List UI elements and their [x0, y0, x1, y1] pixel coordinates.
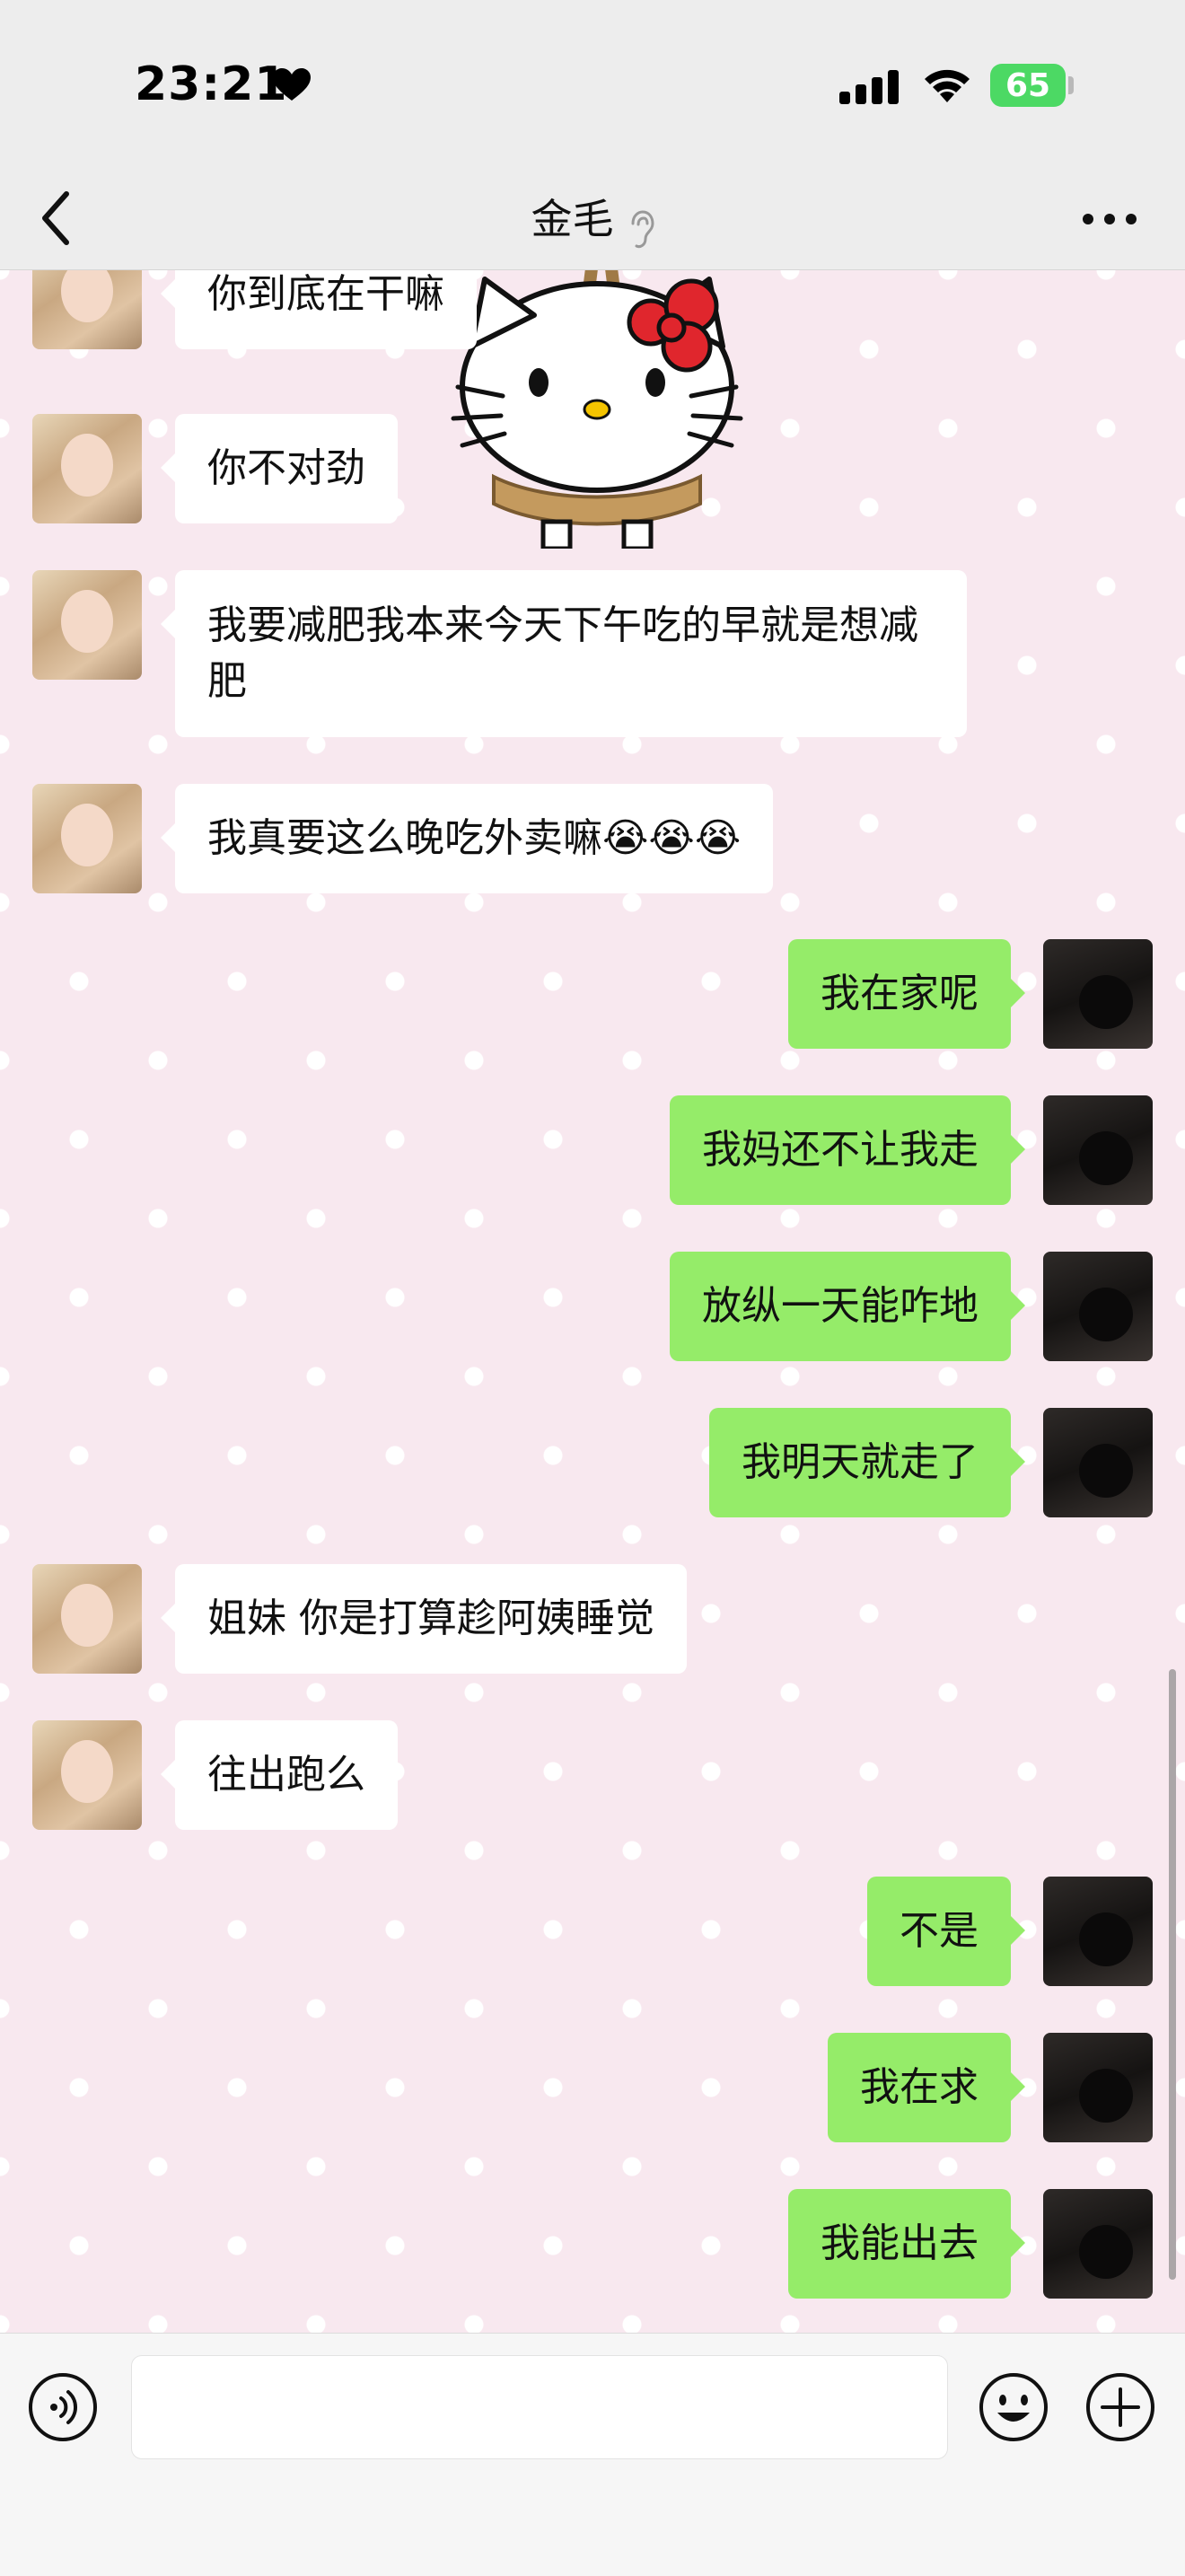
message-text: 我真要这么晚吃外卖嘛😭😭😭 [207, 815, 742, 861]
message-text: 我在家呢 [821, 971, 979, 1016]
message-text: 我在求 [860, 2064, 979, 2110]
outgoing-message-bubble[interactable]: 放纵一天能咋地 [670, 1252, 1025, 1361]
chat-title-wrap: 金毛 [0, 187, 1185, 251]
my-avatar[interactable] [1043, 1877, 1153, 1986]
plus-icon[interactable] [1084, 2371, 1156, 2443]
status-time: 23:21 [135, 57, 288, 111]
outgoing-message-bubble[interactable]: 不是 [867, 1877, 1025, 1986]
heart-icon [273, 68, 311, 101]
signal-icon [839, 70, 899, 104]
incoming-message-bubble[interactable]: 我要减肥我本来今天下午吃的早就是想减肥 [161, 570, 967, 737]
incoming-message-bubble[interactable]: 我真要这么晚吃外卖嘛😭😭😭 [160, 784, 774, 893]
message-composer [0, 2333, 1185, 2576]
contact-avatar[interactable] [32, 784, 142, 893]
incoming-message-bubble[interactable]: 你不对劲 [161, 414, 398, 523]
incoming-message-bubble[interactable]: 往出跑么 [161, 1720, 398, 1830]
message-text: 我要减肥我本来今天下午吃的早就是想减肥 [207, 602, 918, 704]
voice-input-icon[interactable] [27, 2371, 99, 2443]
chat-title: 金毛 [531, 195, 614, 243]
emoji-icon[interactable] [978, 2371, 1049, 2443]
message-input[interactable] [131, 2355, 948, 2459]
my-avatar[interactable] [1043, 939, 1153, 1049]
incoming-message-bubble[interactable]: 姐妹 你是打算趁阿姨睡觉 [161, 1564, 687, 1674]
contact-avatar[interactable] [32, 1720, 142, 1830]
my-avatar[interactable] [1043, 1252, 1153, 1361]
message-text: 你不对劲 [207, 445, 365, 491]
chat-header: 金毛 [0, 171, 1185, 270]
hello-kitty-sticker [451, 270, 743, 549]
message-text: 往出跑么 [207, 1752, 365, 1798]
contact-avatar[interactable] [32, 414, 142, 523]
message-text: 姐妹 你是打算趁阿姨睡觉 [207, 1596, 654, 1641]
outgoing-message-bubble[interactable]: 我在求 [828, 2033, 1025, 2142]
battery-indicator: 65 [990, 64, 1066, 107]
my-avatar[interactable] [1043, 1408, 1153, 1517]
outgoing-message-bubble[interactable]: 我在家呢 [788, 939, 1025, 1049]
battery-cap [1068, 76, 1074, 94]
ear-mode-icon [631, 209, 654, 248]
chat-scrollbar[interactable] [1169, 1669, 1176, 2280]
outgoing-message-bubble[interactable]: 我妈还不让我走 [670, 1095, 1025, 1205]
message-text: 我能出去 [821, 2220, 979, 2266]
chat-area[interactable]: 你到底在干嘛 你不对劲 我要减肥我本来今天下午吃的早就是想减肥 我真要这么晚吃外… [0, 270, 1185, 2333]
message-text: 放纵一天能咋地 [702, 1283, 979, 1329]
message-text: 我妈还不让我走 [702, 1127, 979, 1173]
contact-avatar[interactable] [32, 570, 142, 680]
message-text: 不是 [900, 1908, 979, 1954]
outgoing-message-bubble[interactable]: 我能出去 [788, 2189, 1025, 2299]
incoming-message-bubble[interactable]: 你到底在干嘛 [161, 270, 477, 349]
more-dots-icon[interactable] [1077, 201, 1142, 237]
message-text: 我明天就走了 [742, 1439, 979, 1485]
my-avatar[interactable] [1043, 2189, 1153, 2299]
my-avatar[interactable] [1043, 1095, 1153, 1205]
contact-avatar[interactable] [32, 270, 142, 349]
wifi-icon [925, 69, 970, 102]
contact-avatar[interactable] [32, 1564, 142, 1674]
message-text: 你到底在干嘛 [207, 271, 444, 317]
my-avatar[interactable] [1043, 2033, 1153, 2142]
outgoing-message-bubble[interactable]: 我明天就走了 [709, 1408, 1025, 1517]
status-bar: 23:21 65 [0, 0, 1185, 171]
